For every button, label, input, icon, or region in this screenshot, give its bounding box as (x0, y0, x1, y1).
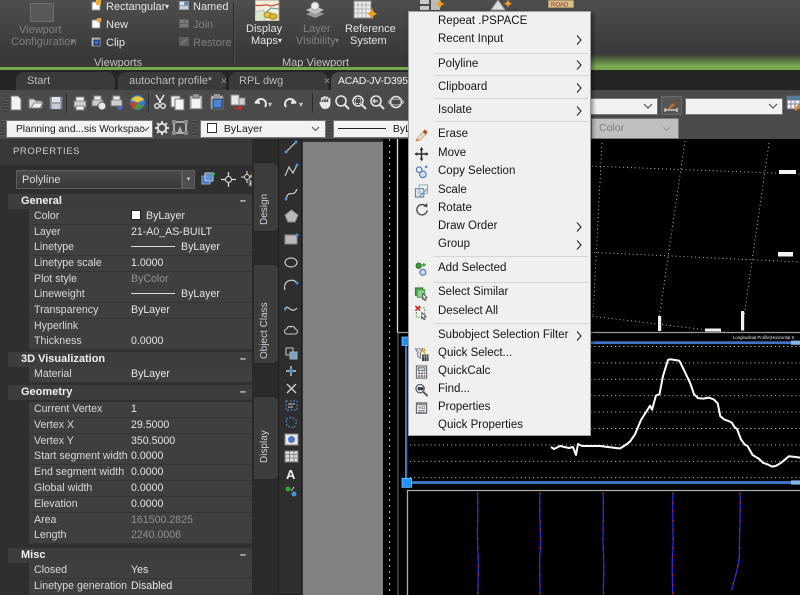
svg-text:Longitudinal Profile(Horizonta: Longitudinal Profile(Horizontal S (733, 335, 795, 340)
svg-text:ROAD: ROAD (551, 3, 569, 9)
svg-text:A: A (286, 467, 296, 481)
